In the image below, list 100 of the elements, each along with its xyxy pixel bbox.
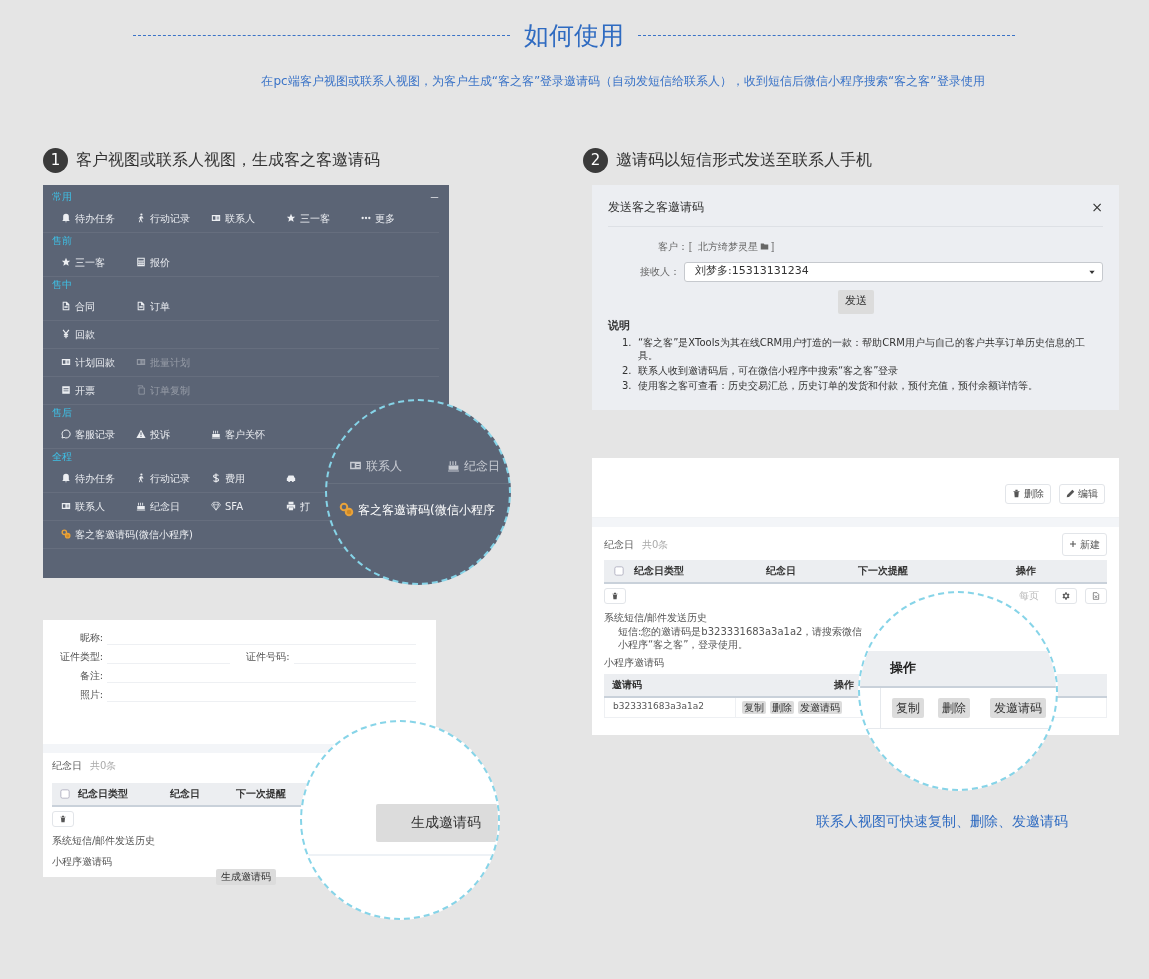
menu-item[interactable]: 三一客 [286,210,361,226]
menu-item[interactable] [286,473,296,483]
field-label: 备注: [78,668,104,683]
menu-item[interactable]: 行动记录 [136,470,211,486]
menu-item[interactable]: 纪念日 [447,456,500,475]
menu-item[interactable]: 客服记录 [61,426,136,442]
menu-section-label: 售前 [51,233,73,248]
menu-section-label: 售后 [51,405,73,420]
edit-button[interactable]: 编辑 [1059,483,1105,504]
menu-item[interactable]: 行动记录 [136,210,211,226]
dialog-title: 发送客之客邀请码 [608,199,704,216]
copy-icon [136,385,146,395]
menu-item[interactable]: 订单 [136,298,170,314]
gear-icon [1062,591,1070,600]
list-number: 2. [622,364,633,377]
column-header: 操作 [1016,564,1037,578]
person-icon [136,213,146,223]
field-label: 客户： [657,239,688,254]
intro-text: 在pc端客户视图或联系人视图，为客户生成“客之客”登录邀请码（自动发短信给联系人），收到短信后微信小程序搜索“客之客”登录使用 [260,72,986,90]
settings-button[interactable] [1055,587,1077,604]
printer-icon [286,501,296,511]
caption-text: 联系人视图可快速复制、删除、发邀请码 [815,811,1069,831]
menu-item[interactable]: 费用 [211,470,286,486]
note-text: “客之客”是XTools为其在线CRM用户打造的一款：帮助CRM用户与自己的客户共享订单历史信息的工具。 [638,336,1086,362]
cake-icon [211,429,221,439]
column-header: 邀请码 [612,678,643,692]
trash-icon [59,814,67,823]
menu-item[interactable]: 待办任务 [61,470,136,486]
copy-button[interactable]: 复制 [892,697,924,718]
pencil-icon [1066,489,1075,498]
menu-item[interactable]: SFA [211,498,286,514]
id-card-icon [349,459,362,472]
select-field[interactable]: 刘梦多:15313131234 [684,261,1103,282]
generate-button[interactable]: 生成邀请码 [376,803,498,842]
trash-icon [611,591,619,600]
menu-item[interactable]: 待办任务 [61,210,136,226]
note-text: 联系人收到邀请码后，可在微信小程序中搜索“客之客”登录 [638,364,899,377]
chat-icon [61,429,71,439]
menu-item[interactable]: 客户关怀 [211,426,265,442]
column-header: 操作 [890,659,916,678]
delete-button[interactable]: 删除 [770,700,794,714]
warning-icon [136,429,146,439]
menu-item[interactable]: 联系人 [211,210,286,226]
history-text: 短信:您的邀请码是b323331683a3a1a2，请搜索微信小程序“客之客”，登录使用。 [617,624,864,651]
section-title: 如何使用 [524,22,624,50]
field-label: 照片: [78,687,104,702]
new-button[interactable]: 新建 [1062,532,1107,556]
column-header: 纪念日类型 [634,564,685,578]
step-number: 2 [583,147,608,173]
copy-button[interactable]: 复制 [742,700,766,714]
menu-item[interactable]: 计划回款 [61,354,136,370]
delete-button[interactable]: 删除 [938,697,970,718]
person-icon [136,473,146,483]
invite-button[interactable]: 发邀请码 [798,700,842,714]
folder-icon [760,241,769,251]
invite-label: 小程序邀请码 [604,655,664,670]
menu-item[interactable]: 客之客邀请码(微信小程序 [339,500,495,519]
section-heading: 纪念日 [604,537,634,552]
document-icon [61,301,71,311]
column-header: 纪念日 [170,787,201,801]
plus-icon [1069,540,1077,548]
invite-button[interactable]: 发邀请码 [990,697,1046,718]
delete-button[interactable]: 删除 [1005,483,1051,504]
delete-button[interactable] [52,810,74,827]
yen-icon [61,329,71,339]
bell-icon [61,473,71,483]
menu-item[interactable]: 回款 [61,326,95,342]
menu-item[interactable]: 联系人 [61,498,136,514]
checkbox-icon[interactable] [60,788,70,799]
menu-item[interactable]: 开票 [61,382,136,398]
delete-button[interactable] [604,587,626,604]
menu-item[interactable]: 更多 [361,210,395,226]
star-icon [61,257,71,267]
close-button[interactable]: × [1091,196,1103,218]
menu-item[interactable]: 打 [286,498,310,514]
menu-item[interactable]: 报价 [136,254,170,270]
note-text: 使用客之客可查看：历史交易汇总，历史订单的发货和付款，预付充值，预付余额详情等。 [638,379,1038,392]
menu-item[interactable]: 合同 [61,298,136,314]
menu-item[interactable]: 客之客邀请码(微信小程序) [61,526,193,542]
field-label: 昵称: [78,630,104,645]
record-count: 共0条 [90,758,117,773]
menu-item[interactable]: 联系人 [349,456,402,475]
step-title: 客户视图或联系人视图，生成客之客邀请码 [76,149,380,171]
table-cell-text: b323331683a3a1a2 [612,700,705,714]
document-icon [136,301,146,311]
generate-button[interactable]: 生成邀请码 [216,868,276,885]
page-size-label: 每页 [1019,589,1039,603]
column-header: 下一次提醒 [236,787,287,801]
id-card-icon [61,501,71,511]
column-header: 纪念日类型 [78,787,129,801]
menu-item[interactable]: 三一客 [61,254,136,270]
cake-icon [136,501,146,511]
send-button[interactable]: 发送 [837,289,874,314]
menu-item[interactable]: 投诉 [136,426,211,442]
trash-icon [1012,489,1021,498]
checkbox-icon[interactable] [614,565,624,576]
diamond-icon [211,501,221,511]
menu-item[interactable]: 纪念日 [136,498,211,514]
customer-link[interactable]: 〚北方绮梦灵星 〛 [688,238,781,254]
export-button[interactable] [1085,587,1107,604]
